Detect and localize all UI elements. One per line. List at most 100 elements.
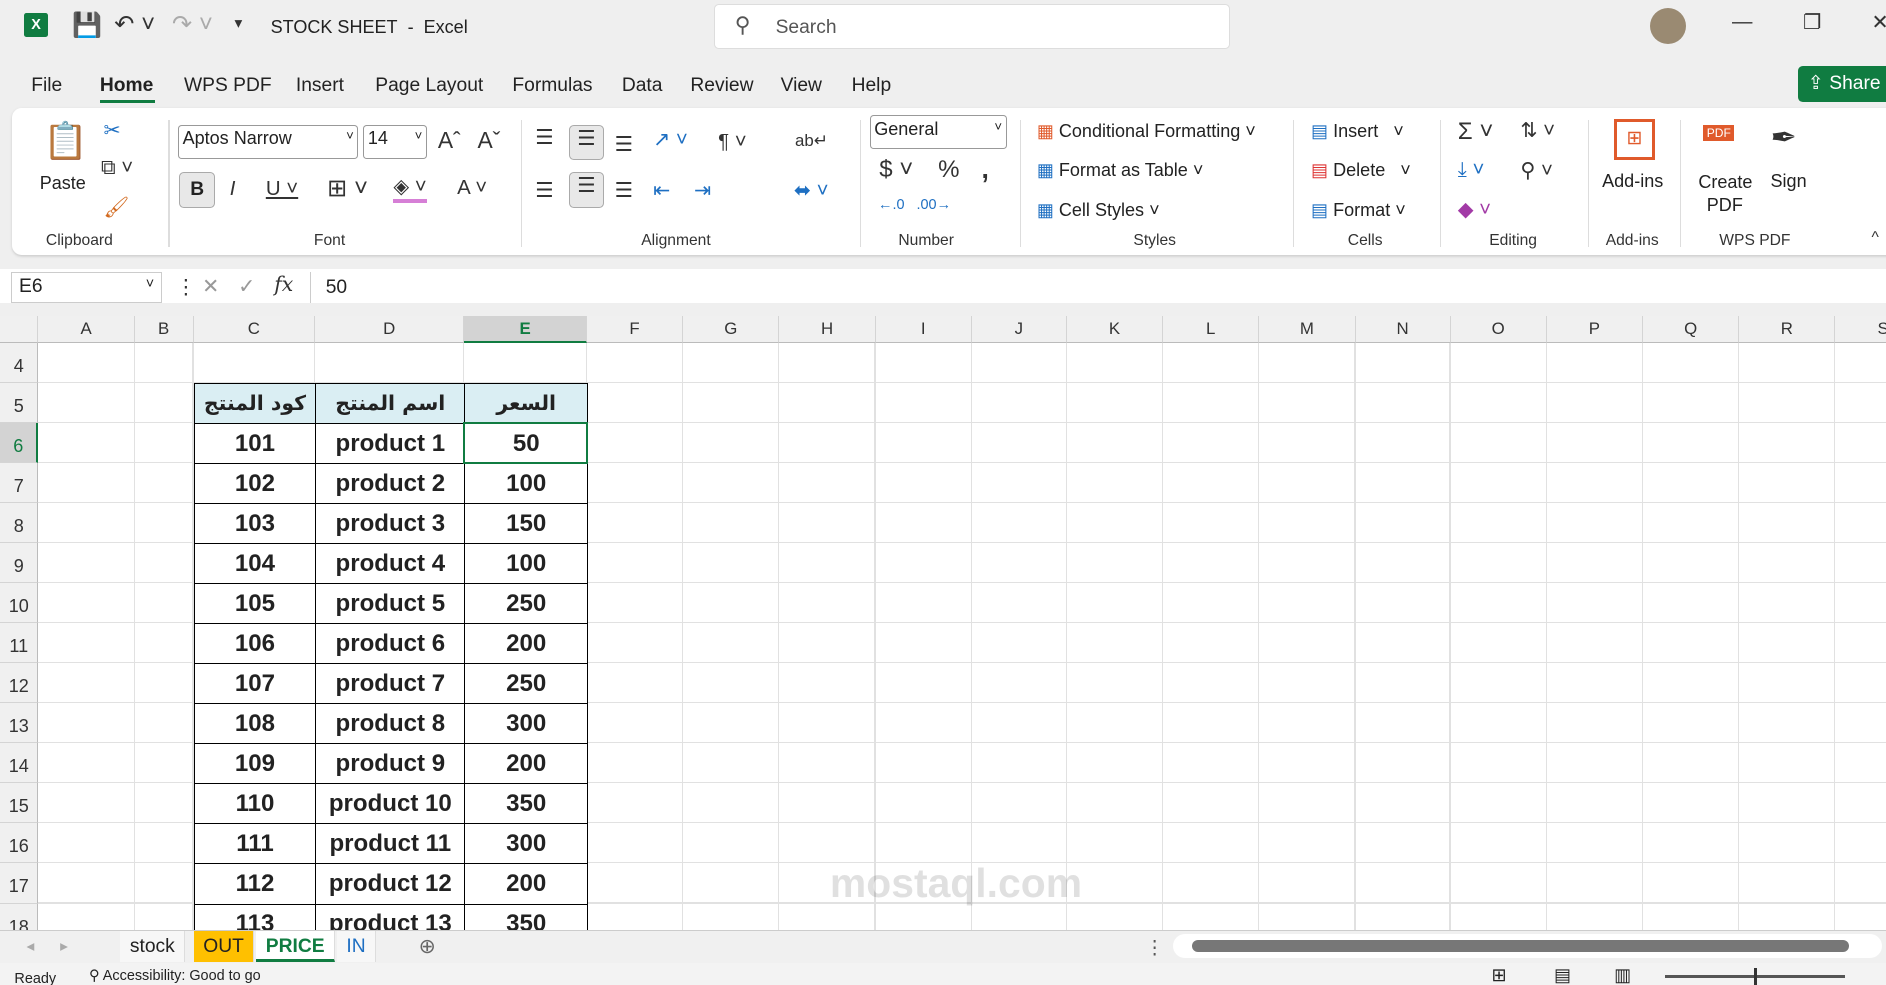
tab-review[interactable]: Review: [690, 75, 753, 97]
column-header-B[interactable]: B: [134, 316, 194, 343]
table-cell[interactable]: 106: [193, 623, 317, 665]
autosum-icon[interactable]: Σ ˅: [1458, 118, 1494, 146]
comma-style-icon[interactable]: ,: [981, 154, 988, 185]
column-header-E[interactable]: E: [464, 316, 587, 343]
column-header-J[interactable]: J: [971, 316, 1067, 343]
table-header-cell[interactable]: السعر: [464, 382, 589, 425]
table-cell[interactable]: product 3: [315, 503, 466, 545]
row-header-5[interactable]: 5: [0, 382, 39, 423]
row-header-11[interactable]: 11: [0, 623, 39, 664]
prev-sheet-icon[interactable]: ◂: [26, 936, 34, 956]
close-icon[interactable]: ✕: [1872, 10, 1886, 35]
table-cell[interactable]: product 6: [315, 623, 466, 665]
column-header-M[interactable]: M: [1259, 316, 1356, 343]
table-cell[interactable]: 109: [193, 743, 317, 785]
minimize-icon[interactable]: —: [1732, 10, 1752, 34]
align-bottom-icon[interactable]: ☰: [615, 132, 633, 157]
row-header-10[interactable]: 10: [0, 583, 39, 624]
insert-cells-button[interactable]: ▤ Insert ˅: [1311, 121, 1404, 142]
page-break-view-icon[interactable]: ▥: [1614, 965, 1631, 985]
table-cell[interactable]: 110: [193, 783, 317, 825]
table-cell[interactable]: product 13: [315, 903, 466, 930]
table-cell[interactable]: 50: [464, 422, 589, 465]
add-sheet-icon[interactable]: ⊕: [419, 934, 436, 959]
row-header-12[interactable]: 12: [0, 663, 39, 704]
format-as-table-button[interactable]: ▦ Format as Table ˅: [1037, 160, 1204, 181]
decrease-font-icon[interactable]: Aˇ: [478, 127, 501, 154]
enter-icon[interactable]: ✓: [238, 274, 255, 299]
add-ins-icon[interactable]: ⊞: [1614, 119, 1656, 160]
table-cell[interactable]: 250: [464, 663, 589, 705]
tab-home[interactable]: Home: [100, 75, 153, 97]
table-cell[interactable]: 112: [193, 863, 317, 905]
column-header-O[interactable]: O: [1450, 316, 1547, 343]
sign-button[interactable]: Sign: [1771, 171, 1807, 192]
table-cell[interactable]: 103: [193, 503, 317, 545]
percent-icon[interactable]: %: [938, 156, 959, 184]
add-ins-button[interactable]: Add-ins: [1602, 171, 1663, 192]
copy-icon[interactable]: ⧉ ˅: [101, 156, 133, 180]
collapse-ribbon-icon[interactable]: ^: [1872, 229, 1879, 247]
column-header-S[interactable]: S: [1835, 316, 1886, 343]
accessibility-status[interactable]: ⚲ Accessibility: Good to go: [89, 968, 261, 984]
table-cell[interactable]: 150: [464, 503, 589, 545]
spreadsheet-grid[interactable]: ABCDEFGHIJKLMNOPQRS456789101112131415161…: [0, 316, 1886, 930]
page-layout-view-icon[interactable]: ▤: [1554, 965, 1571, 985]
column-header-P[interactable]: P: [1546, 316, 1644, 343]
search-box[interactable]: ⚲ Search: [714, 3, 1231, 50]
column-header-I[interactable]: I: [875, 316, 972, 343]
column-header-R[interactable]: R: [1739, 316, 1836, 343]
fill-icon[interactable]: ⤓ ˅: [1458, 158, 1485, 182]
row-header-14[interactable]: 14: [0, 743, 39, 784]
table-cell[interactable]: 102: [193, 462, 317, 505]
tab-split-handle[interactable]: ⋮: [1145, 936, 1164, 960]
text-direction-icon[interactable]: ¶ ˅: [718, 130, 747, 154]
row-header-18[interactable]: 18: [0, 903, 39, 930]
tab-help[interactable]: Help: [852, 75, 892, 97]
align-left-icon[interactable]: ☰: [535, 178, 553, 203]
table-cell[interactable]: product 12: [315, 863, 466, 905]
font-name-select[interactable]: Aptos Narrow ˅: [178, 125, 359, 159]
row-header-4[interactable]: 4: [0, 342, 39, 383]
column-header-K[interactable]: K: [1066, 316, 1164, 343]
next-sheet-icon[interactable]: ▸: [60, 936, 68, 956]
horizontal-scrollbar[interactable]: [1172, 934, 1883, 959]
format-painter-icon[interactable]: 🖌: [103, 195, 129, 220]
table-cell[interactable]: 300: [464, 823, 589, 865]
table-cell[interactable]: 101: [193, 422, 317, 465]
column-header-N[interactable]: N: [1355, 316, 1451, 343]
align-middle-icon[interactable]: ☰: [568, 125, 604, 160]
table-cell[interactable]: 111: [193, 823, 317, 865]
table-cell[interactable]: product 4: [315, 543, 466, 585]
increase-decimal-icon[interactable]: ←.0: [878, 197, 904, 213]
table-cell[interactable]: 200: [464, 743, 589, 785]
column-header-L[interactable]: L: [1163, 316, 1260, 343]
sheet-tab-out[interactable]: OUT: [193, 930, 255, 963]
restore-icon[interactable]: ❐: [1803, 10, 1821, 35]
table-cell[interactable]: 200: [464, 863, 589, 905]
borders-icon[interactable]: ⊞ ˅: [327, 174, 368, 203]
table-cell[interactable]: product 8: [315, 703, 466, 745]
currency-icon[interactable]: $ ˅: [879, 156, 913, 184]
decrease-indent-icon[interactable]: ⇤: [653, 178, 670, 203]
conditional-formatting-button[interactable]: ▦ Conditional Formatting ˅: [1037, 121, 1256, 142]
paste-icon[interactable]: 📋: [43, 120, 88, 162]
column-header-H[interactable]: H: [779, 316, 876, 343]
column-header-A[interactable]: A: [38, 316, 135, 343]
orientation-icon[interactable]: ↗ ˅: [653, 127, 688, 152]
font-size-select[interactable]: 14 ˅: [363, 125, 427, 159]
select-all-corner[interactable]: [0, 316, 39, 343]
row-header-9[interactable]: 9: [0, 543, 39, 584]
scrollbar-thumb[interactable]: [1191, 940, 1849, 953]
column-header-F[interactable]: F: [586, 316, 684, 343]
row-header-16[interactable]: 16: [0, 823, 39, 864]
align-center-icon[interactable]: ☰: [568, 172, 604, 209]
name-box[interactable]: E6 ˅: [10, 271, 163, 304]
row-header-6[interactable]: 6: [0, 422, 39, 463]
table-cell[interactable]: 107: [193, 663, 317, 705]
table-cell[interactable]: product 5: [315, 583, 466, 625]
align-right-icon[interactable]: ☰: [615, 178, 633, 203]
paste-button[interactable]: Paste: [40, 173, 86, 194]
underline-button[interactable]: U ˅: [266, 177, 298, 201]
tab-file[interactable]: File: [31, 75, 62, 97]
